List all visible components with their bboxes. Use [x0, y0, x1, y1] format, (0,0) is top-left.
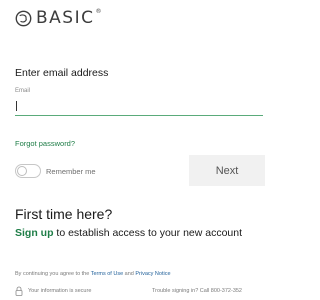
toggle-knob	[17, 166, 27, 176]
text-cursor	[16, 101, 17, 111]
brand-name: BASIC®	[36, 8, 103, 28]
terms-notice: By continuing you agree to the Terms of …	[15, 271, 171, 277]
privacy-notice-link[interactable]: Privacy Notice	[135, 271, 170, 277]
email-field-label: Email	[15, 88, 31, 94]
remember-me-toggle[interactable]	[15, 164, 41, 178]
forgot-password-link[interactable]: Forgot password?	[15, 139, 75, 148]
email-heading: Enter email address	[15, 67, 109, 79]
secure-info-text: Your information is secure	[28, 288, 92, 294]
lock-icon	[15, 286, 23, 296]
sign-up-link[interactable]: Sign up	[15, 227, 54, 239]
first-time-heading: First time here?	[15, 206, 113, 222]
next-button[interactable]: Next	[189, 155, 265, 186]
signup-prompt: Sign up to establish access to your new …	[15, 227, 242, 239]
basic-logo-icon	[15, 10, 32, 26]
terms-of-use-link[interactable]: Terms of Use	[91, 271, 123, 277]
trouble-signing-in-text: Trouble signing in? Call 800-372-352	[152, 288, 242, 294]
remember-me-label: Remember me	[46, 167, 96, 176]
terms-and: and	[123, 271, 136, 277]
sign-in-page: { "brand": { "name": "BASIC", "reg_mark"…	[0, 0, 265, 300]
registered-mark: ®	[95, 8, 103, 15]
terms-prefix: By continuing you agree to the	[15, 271, 91, 277]
signup-text: to establish access to your new account	[53, 227, 243, 239]
brand-logo: BASIC®	[15, 8, 103, 28]
email-input[interactable]	[15, 97, 263, 116]
